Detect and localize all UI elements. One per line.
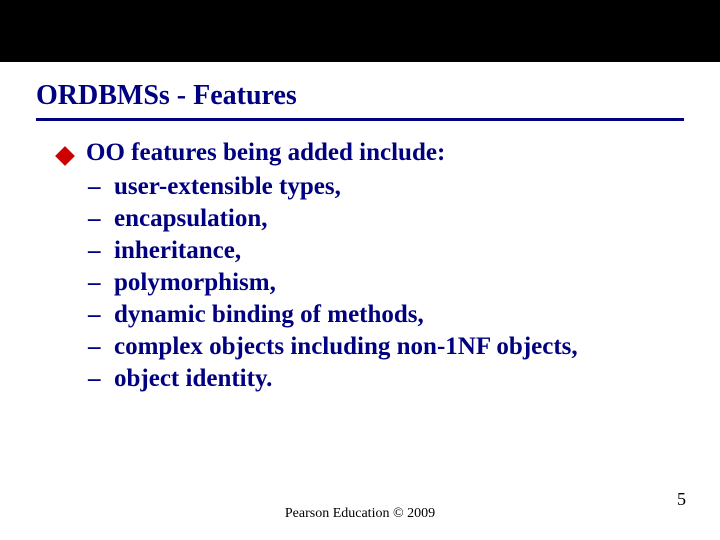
list-item: – polymorphism, [88, 269, 684, 297]
top-black-bar [0, 0, 720, 62]
list-item-text: encapsulation, [114, 205, 268, 233]
content-area: OO features being added include: – user-… [0, 121, 720, 393]
list-item: – encapsulation, [88, 205, 684, 233]
dash-icon: – [88, 365, 104, 393]
list-item-text: polymorphism, [114, 269, 276, 297]
dash-icon: – [88, 205, 104, 233]
page-number: 5 [677, 489, 686, 510]
diamond-bullet-icon [55, 146, 75, 166]
dash-icon: – [88, 269, 104, 297]
feature-list: – user-extensible types, – encapsulation… [88, 173, 684, 393]
dash-icon: – [88, 237, 104, 265]
dash-icon: – [88, 301, 104, 329]
dash-icon: – [88, 333, 104, 361]
lead-row: OO features being added include: [58, 139, 684, 167]
list-item-text: user-extensible types, [114, 173, 341, 201]
dash-icon: – [88, 173, 104, 201]
list-item-text: dynamic binding of methods, [114, 301, 424, 329]
slide-title: ORDBMSs - Features [36, 80, 720, 112]
list-item-text: object identity. [114, 365, 272, 393]
list-item: – user-extensible types, [88, 173, 684, 201]
list-item: – dynamic binding of methods, [88, 301, 684, 329]
list-item: – inheritance, [88, 237, 684, 265]
list-item: – complex objects including non-1NF obje… [88, 333, 684, 361]
list-item: – object identity. [88, 365, 684, 393]
list-item-text: inheritance, [114, 237, 241, 265]
lead-text: OO features being added include: [86, 139, 445, 167]
list-item-text: complex objects including non-1NF object… [114, 333, 578, 361]
footer-copyright: Pearson Education © 2009 [0, 506, 720, 522]
title-area: ORDBMSs - Features [0, 62, 720, 116]
